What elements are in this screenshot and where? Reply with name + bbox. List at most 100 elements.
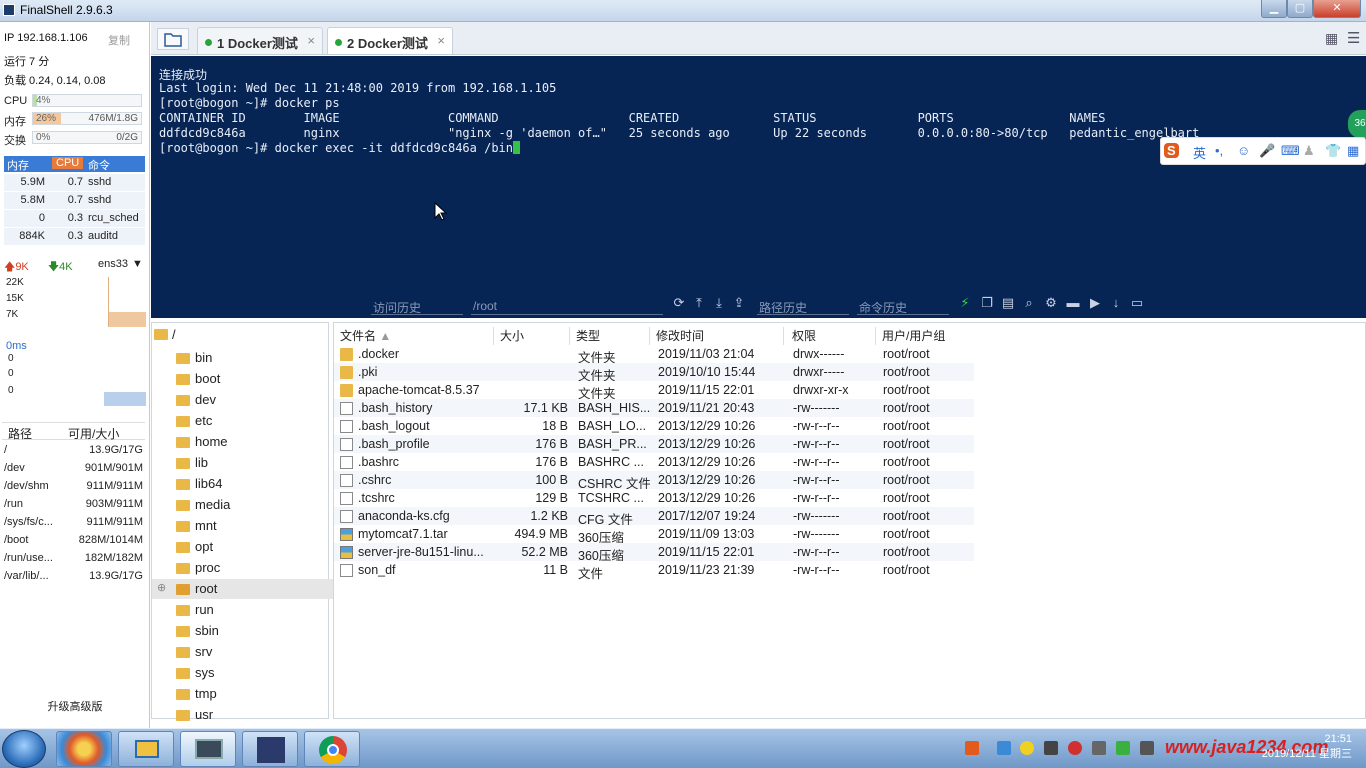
user-icon[interactable]: ♟	[1303, 143, 1315, 159]
refresh-icon[interactable]: ⟳	[671, 295, 687, 311]
microphone-icon[interactable]: 🎤	[1259, 143, 1275, 159]
disk-row[interactable]: /boot 828M/1014M	[2, 532, 145, 550]
menu-icon[interactable]: ☰	[1347, 29, 1360, 47]
plus-tray-icon[interactable]	[1020, 741, 1034, 755]
process-row[interactable]: 0 0.3 rcu_sched	[4, 210, 145, 228]
emoji-icon[interactable]: ☺	[1237, 143, 1250, 158]
taskbar-app-pinwheel[interactable]	[56, 731, 112, 767]
upload-icon[interactable]: ⤒	[691, 295, 707, 311]
skin-icon[interactable]: 👕	[1325, 143, 1341, 159]
network-tray-icon[interactable]	[997, 741, 1011, 755]
col-filename[interactable]: 文件名 ▲	[340, 327, 494, 345]
close-tab-icon[interactable]: ×	[307, 33, 315, 48]
proc-col-mem[interactable]: 内存	[7, 157, 29, 173]
file-row[interactable]: .bash_history 17.1 KB BASH_HIS... 2019/11/2…	[334, 399, 974, 417]
close-tab-icon[interactable]: ×	[437, 33, 445, 48]
proc-col-cmd[interactable]: 命令	[88, 157, 110, 173]
maximize-button[interactable]: ▢	[1287, 0, 1313, 18]
col-type[interactable]: 类型	[576, 327, 650, 345]
file-row[interactable]: .pki 文件夹 2019/10/10 15:44 drwxr----- root/ro…	[334, 363, 974, 383]
upgrade-link[interactable]: 升级高级版	[0, 698, 150, 714]
security-tray-icon[interactable]	[1068, 741, 1082, 755]
command-history-input[interactable]: 命令历史	[857, 297, 949, 315]
copy-icon[interactable]: ❐	[979, 295, 995, 311]
disk-row[interactable]: /run 903M/911M	[2, 496, 145, 514]
tree-item-label: sbin	[195, 623, 219, 638]
disk-row[interactable]: /run/use... 182M/182M	[2, 550, 145, 568]
file-row[interactable]: .cshrc 100 B CSHRC 文件 2013/12/29 10:26 -rw-r…	[334, 471, 974, 491]
disk-row[interactable]: /dev 901M/901M	[2, 460, 145, 478]
sogou-icon[interactable]: S	[1164, 143, 1179, 158]
monitor-tray-icon[interactable]	[1044, 741, 1058, 755]
disk-row[interactable]: /dev/shm 911M/911M	[2, 478, 145, 496]
sogou-tray-icon[interactable]	[965, 741, 979, 755]
close-button[interactable]: ✕	[1313, 0, 1361, 18]
keyboard-icon[interactable]: ⌨	[1281, 143, 1300, 159]
clock[interactable]: 21:51 2019/12/11 星期三	[1232, 733, 1352, 761]
window-icon[interactable]: ▭	[1129, 295, 1145, 311]
network-header: 🡅9K 🡇4K ens33 ▼	[4, 258, 146, 277]
col-mtime[interactable]: 修改时间	[656, 327, 784, 345]
col-size[interactable]: 大小	[500, 327, 570, 345]
copy-ip-button[interactable]: 复制	[108, 32, 130, 48]
tab-session-2[interactable]: 2 Docker测试 ×	[327, 27, 453, 54]
lightning-icon[interactable]: ⚡	[957, 295, 973, 311]
disk-col-path[interactable]: 路径	[8, 425, 32, 442]
expand-icon[interactable]: ⊕	[157, 581, 166, 594]
file-row[interactable]: .bashrc 176 B BASHRC ... 2013/12/29 10:26 -r…	[334, 453, 974, 471]
process-row[interactable]: 884K 0.3 auditd	[4, 228, 145, 246]
terminal[interactable]: 连接成功 Last login: Wed Dec 11 21:48:00 201…	[151, 56, 1366, 318]
disk-row[interactable]: /sys/fs/c... 911M/911M	[2, 514, 145, 532]
file-row[interactable]: anaconda-ks.cfg 1.2 KB CFG 文件 2017/12/07 19…	[334, 507, 974, 527]
paste-icon[interactable]: ▤	[1000, 295, 1016, 311]
path-value: /root	[473, 299, 498, 313]
upload-file-icon[interactable]: ⇪	[731, 295, 747, 311]
file-row[interactable]: .tcshrc 129 B TCSHRC ... 2013/12/29 10:26 -r…	[334, 489, 974, 507]
ime-language[interactable]: 英	[1193, 143, 1206, 162]
arrow-down-icon[interactable]: ↓	[1108, 295, 1124, 311]
folder-icon[interactable]: ▬	[1065, 295, 1081, 311]
tab-session-1[interactable]: 1 Docker测试 ×	[197, 27, 323, 54]
process-row[interactable]: 5.9M 0.7 sshd	[4, 174, 145, 192]
proc-col-cpu[interactable]: CPU	[52, 157, 84, 169]
interface-select[interactable]: ens33	[98, 258, 128, 270]
file-row[interactable]: apache-tomcat-8.5.37 文件夹 2019/11/15 22:01 d…	[334, 381, 974, 401]
file-row[interactable]: son_df 11 B 文件 2019/11/23 21:39 -rw-r--r-- ro…	[334, 561, 974, 581]
display-tray-icon[interactable]	[1140, 741, 1154, 755]
file-row[interactable]: server-jre-8u151-linu... 52.2 MB 360压缩 2019…	[334, 543, 974, 563]
minimize-button[interactable]: ▁	[1261, 0, 1287, 18]
taskbar-app-finalshell[interactable]	[180, 731, 236, 767]
disk-row[interactable]: / 13.9G/17G	[2, 442, 145, 460]
start-button[interactable]	[2, 730, 46, 768]
search-icon[interactable]: ⌕	[1021, 295, 1037, 311]
access-history-input[interactable]: 访问历史	[371, 297, 463, 315]
file-row[interactable]: .bash_profile 176 B BASH_PR... 2013/12/29 1…	[334, 435, 974, 453]
taskbar-app-explorer[interactable]	[118, 731, 174, 767]
file-row[interactable]: .docker 文件夹 2019/11/03 21:04 drwx------ root…	[334, 345, 974, 365]
open-folder-button[interactable]	[157, 28, 189, 50]
disk-col-size[interactable]: 可用/大小	[68, 425, 119, 442]
download-icon[interactable]: ⤓	[711, 295, 727, 311]
gear-icon[interactable]: ⚙	[1043, 295, 1059, 311]
path-input[interactable]: /root	[471, 297, 663, 315]
chevron-down-icon[interactable]: ▼	[132, 258, 143, 270]
file-row[interactable]: .bash_logout 18 B BASH_LO... 2013/12/29 10:…	[334, 417, 974, 435]
usb-tray-icon[interactable]	[1092, 741, 1106, 755]
grid-layout-icon[interactable]: ▦	[1325, 30, 1338, 47]
path-history-input[interactable]: 路径历史	[757, 297, 849, 315]
file-row[interactable]: mytomcat7.1.tar 494.9 MB 360压缩 2019/11/09 1…	[334, 525, 974, 545]
disk-row[interactable]: /var/lib/... 13.9G/17G	[2, 568, 145, 586]
col-owner[interactable]: 用户/用户组	[882, 327, 972, 345]
toolbox-icon[interactable]: ▦	[1347, 143, 1359, 159]
notification-badge[interactable]: 36	[1348, 110, 1366, 138]
punctuation-icon[interactable]: •,	[1215, 143, 1223, 158]
tree-root[interactable]: /	[172, 327, 176, 342]
shield-tray-icon[interactable]	[1116, 741, 1130, 755]
col-permission[interactable]: 权限	[792, 327, 876, 345]
col-size-label: 大小	[500, 329, 525, 343]
play-icon[interactable]: ▶	[1087, 295, 1103, 311]
taskbar-app-chrome[interactable]	[304, 731, 360, 767]
process-row[interactable]: 5.8M 0.7 sshd	[4, 192, 145, 210]
taskbar-app-dbeaver[interactable]	[242, 731, 298, 767]
terminal-line: Last login: Wed Dec 11 21:48:00 2019 fro…	[159, 81, 557, 95]
